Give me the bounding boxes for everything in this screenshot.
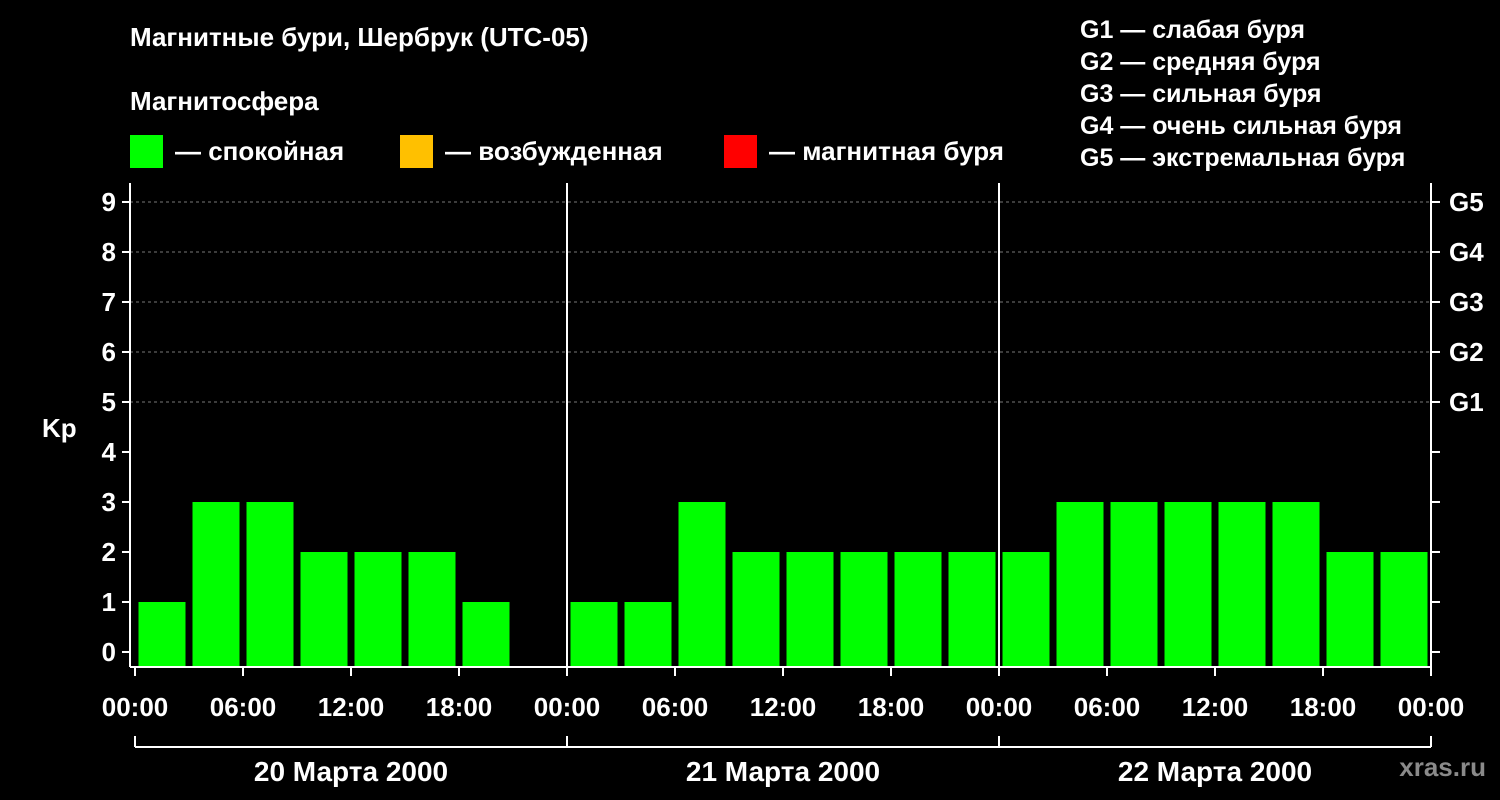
storm-level-label: G4 (1449, 237, 1484, 267)
y-tick-label: 9 (102, 187, 116, 217)
y-tick-label: 8 (102, 237, 116, 267)
storm-level-label: G2 (1449, 337, 1484, 367)
kp-bar (948, 552, 996, 667)
day-label: 20 Марта 2000 (254, 756, 448, 787)
kp-bar (732, 552, 780, 667)
x-tick-label: 06:00 (642, 692, 709, 722)
kp-bar (408, 552, 456, 667)
x-tick-label: 00:00 (102, 692, 169, 722)
x-tick-label: 06:00 (210, 692, 277, 722)
kp-chart: 0 1 2 3 4 5 6 7 8 9 G1 G2 G3 G4 G5 Kp 00:00 06:00 12:00 18:… (42, 183, 1484, 787)
kp-bar (192, 502, 240, 667)
kp-bar (462, 602, 510, 667)
x-tick-label: 00:00 (1398, 692, 1465, 722)
kp-bar (1326, 552, 1374, 667)
x-tick-label: 12:00 (318, 692, 385, 722)
kp-bar (678, 502, 726, 667)
storm-level-label: G3 (1449, 287, 1484, 317)
kp-bar (246, 502, 294, 667)
y-axis-label: Kp (42, 413, 77, 443)
kp-bar (1056, 502, 1104, 667)
kp-bar (1218, 502, 1266, 667)
kp-bar (1002, 552, 1050, 667)
kp-bar (300, 552, 348, 667)
y-tick-label: 6 (102, 337, 116, 367)
y-tick-label: 2 (102, 537, 116, 567)
kp-bar (138, 602, 186, 667)
kp-bar (840, 552, 888, 667)
x-tick-label: 00:00 (966, 692, 1033, 722)
y-tick-label: 3 (102, 487, 116, 517)
kp-bar (624, 602, 672, 667)
y-tick-label: 0 (102, 637, 116, 667)
x-tick-label: 18:00 (426, 692, 493, 722)
storm-level-label: G1 (1449, 387, 1484, 417)
kp-bar (1380, 552, 1428, 667)
storm-level-label: G5 (1449, 187, 1484, 217)
x-tick-label: 18:00 (1290, 692, 1357, 722)
y-tick-label: 4 (102, 437, 117, 467)
kp-bar (1272, 502, 1320, 667)
kp-bar (1110, 502, 1158, 667)
x-tick-label: 12:00 (750, 692, 817, 722)
day-label: 21 Марта 2000 (686, 756, 880, 787)
kp-bar (894, 552, 942, 667)
day-label: 22 Марта 2000 (1118, 756, 1312, 787)
kp-bar (1164, 502, 1212, 667)
x-tick-label: 00:00 (534, 692, 601, 722)
kp-bar (354, 552, 402, 667)
kp-bar (570, 602, 618, 667)
x-tick-label: 12:00 (1182, 692, 1249, 722)
x-tick-label: 06:00 (1074, 692, 1141, 722)
y-tick-label: 1 (102, 587, 116, 617)
y-tick-label: 7 (102, 287, 116, 317)
kp-bar (786, 552, 834, 667)
y-tick-label: 5 (102, 387, 116, 417)
x-tick-label: 18:00 (858, 692, 925, 722)
